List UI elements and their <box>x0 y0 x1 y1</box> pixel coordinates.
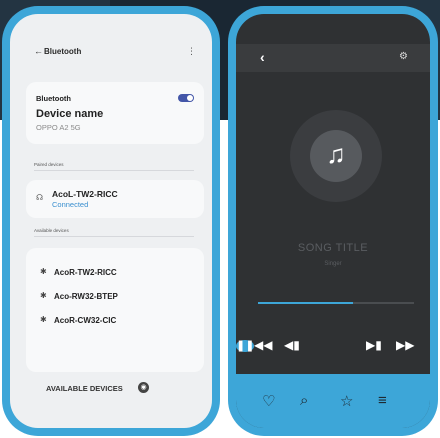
bluetooth-screen: ← Bluetooth ⋮ Bluetooth Device name OPPO… <box>10 14 212 428</box>
settings-icon[interactable]: ⚙ <box>399 51 408 62</box>
toggle-knob <box>187 95 193 101</box>
bluetooth-phone: ← Bluetooth ⋮ Bluetooth Device name OPPO… <box>2 6 220 436</box>
player-phone: ‹ ⚙ ♫ SONG TITLE Singer ◀◀ ◀▮ ❚❚ ▶▮ ▶▶ ♡… <box>228 6 438 436</box>
headset-icon: ☊ <box>36 193 44 202</box>
header-title[interactable]: Bluetooth <box>44 47 81 56</box>
menu-icon[interactable]: ≡ <box>378 392 387 409</box>
player-topbar: ‹ ⚙ <box>236 44 430 72</box>
paired-device-item[interactable]: ☊ AcoL-TW2-RICC Connected <box>26 180 204 218</box>
paired-device-status: Connected <box>52 200 89 209</box>
bluetooth-icon: ✱ <box>40 315 47 324</box>
radar-icon: ◉ <box>138 382 149 393</box>
album-art: ♫ <box>290 110 382 202</box>
skip-next-icon[interactable]: ▶▮ <box>366 338 382 352</box>
fast-forward-icon[interactable]: ▶▶ <box>396 338 414 352</box>
device-name-label[interactable]: Device name <box>36 108 103 120</box>
bluetooth-icon: ✱ <box>40 291 47 300</box>
available-device-name: AcoR-CW32-CIC <box>54 316 117 325</box>
device-name-value: OPPO A2 5G <box>36 123 81 132</box>
bluetooth-header: ← Bluetooth ⋮ <box>10 40 212 64</box>
back-arrow-icon[interactable]: ← <box>34 46 43 56</box>
available-device-name: Aco-RW32-BTEP <box>54 292 118 301</box>
divider <box>34 170 194 171</box>
bluetooth-label: Bluetooth <box>36 94 71 103</box>
rewind-icon[interactable]: ◀◀ <box>254 338 272 352</box>
available-device-item[interactable]: ✱ Aco-RW32-BTEP <box>26 288 204 308</box>
star-icon[interactable]: ☆ <box>340 392 353 410</box>
album-art-inner: ♫ <box>310 130 362 182</box>
more-vert-icon[interactable]: ⋮ <box>187 46 196 57</box>
available-device-item[interactable]: ✱ AcoR-CW32-CIC <box>26 312 204 332</box>
available-devices-card: ✱ AcoR-TW2-RICC ✱ Aco-RW32-BTEP ✱ AcoR-C… <box>26 248 204 372</box>
available-device-name: AcoR-TW2-RICC <box>54 268 117 277</box>
search-icon[interactable]: ⌕ <box>300 392 308 409</box>
scan-devices-label: AVAILABLE DEVICES <box>46 384 123 393</box>
paired-device-name: AcoL-TW2-RICC <box>52 189 118 199</box>
device-card: Bluetooth Device name OPPO A2 5G <box>26 82 204 144</box>
player-screen: ‹ ⚙ ♫ SONG TITLE Singer ◀◀ ◀▮ ❚❚ ▶▮ ▶▶ ♡… <box>236 14 430 428</box>
pause-button[interactable]: ❚❚ <box>236 340 255 352</box>
paired-devices-title: Paired devices <box>34 162 64 167</box>
song-title: SONG TITLE <box>297 242 369 254</box>
song-artist: Singer <box>324 261 342 267</box>
progress-fill <box>258 302 354 304</box>
bluetooth-icon: ✱ <box>40 267 47 276</box>
bluetooth-toggle[interactable] <box>178 94 194 102</box>
playback-controls: ◀◀ ◀▮ ❚❚ ▶▮ ▶▶ <box>236 332 430 360</box>
bottom-navigation: ♡ ⌕ ☆ ≡ <box>236 374 430 428</box>
divider <box>34 236 194 237</box>
available-devices-title: Available devices <box>34 228 69 233</box>
heart-icon[interactable]: ♡ <box>262 392 275 410</box>
music-note-icon: ♫ <box>326 139 346 169</box>
available-device-item[interactable]: ✱ AcoR-TW2-RICC <box>26 264 204 284</box>
progress-bar[interactable] <box>258 302 414 304</box>
skip-previous-icon[interactable]: ◀▮ <box>284 338 300 352</box>
back-chevron-icon[interactable]: ‹ <box>260 49 265 65</box>
